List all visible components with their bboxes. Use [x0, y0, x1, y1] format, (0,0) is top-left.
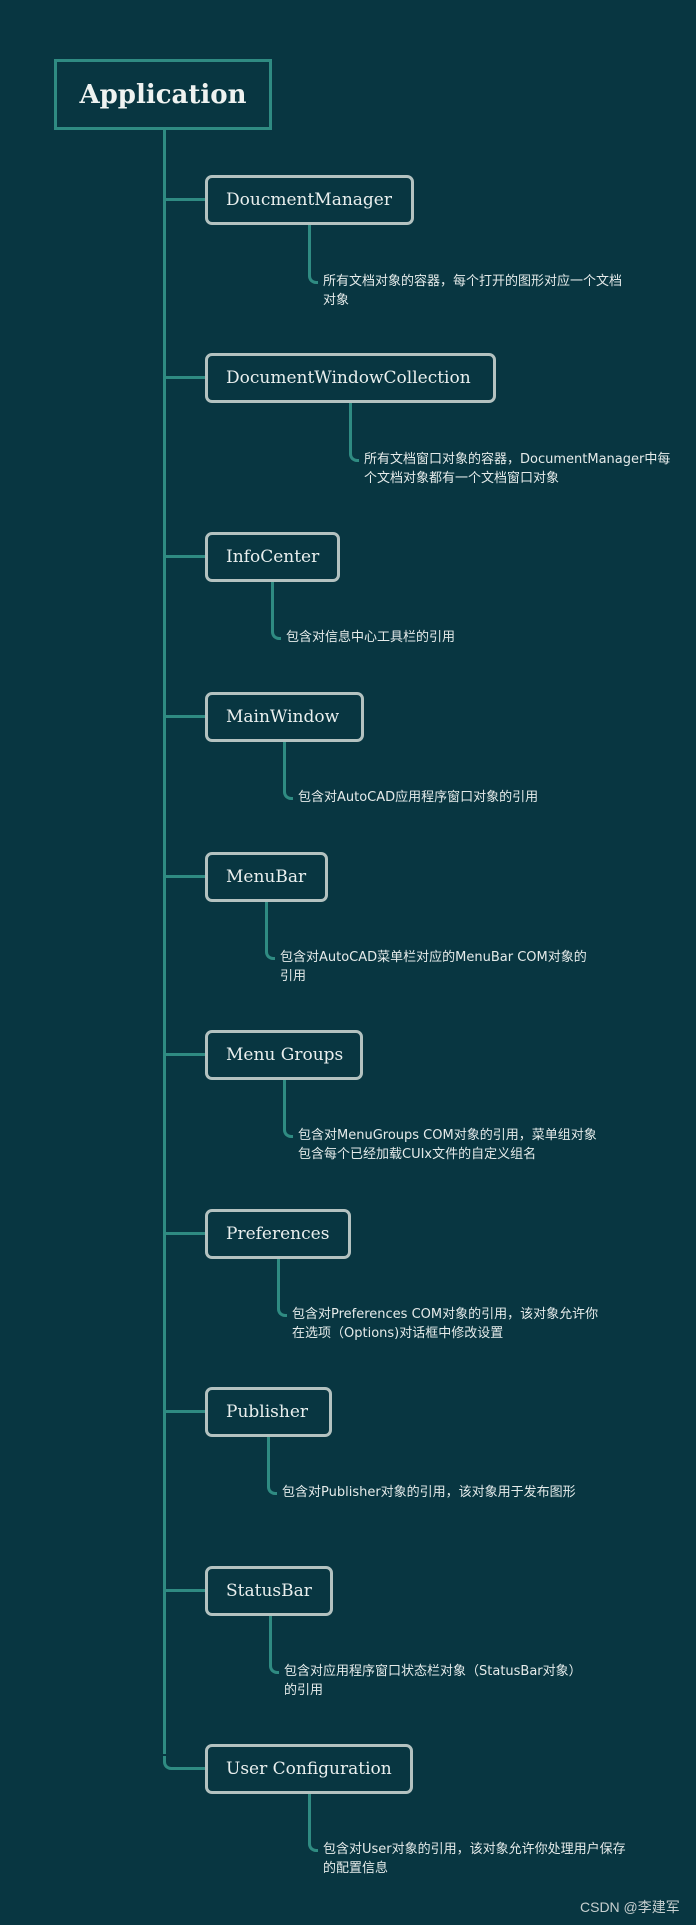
description-connector — [283, 742, 293, 800]
root-node-application[interactable]: Application — [54, 59, 272, 130]
tree-node[interactable]: DoucmentManager — [205, 175, 414, 225]
tree-node-label: InfoCenter — [226, 547, 320, 567]
node-description: 包含对AutoCAD菜单栏对应的MenuBar COM对象的引用 — [280, 950, 587, 984]
node-description: 包含对Publisher对象的引用，该对象用于发布图形 — [282, 1485, 576, 1500]
node-description: 包含对MenuGroups COM对象的引用，菜单组对象包含每个已经加载CUIx… — [298, 1128, 597, 1162]
description-connector — [265, 902, 275, 960]
description-connector — [271, 582, 281, 640]
node-description: 包含对AutoCAD应用程序窗口对象的引用 — [298, 790, 539, 805]
tree-node-label: Preferences — [226, 1224, 330, 1244]
tree-node[interactable]: StatusBar — [205, 1566, 333, 1616]
root-node-label: Application — [79, 79, 247, 110]
tree-node[interactable]: Publisher — [205, 1387, 332, 1437]
tree-trunk-connector — [163, 130, 166, 1754]
branch-connector — [163, 1053, 207, 1056]
branch-connector — [163, 555, 207, 558]
description-connector — [308, 1794, 318, 1852]
tree-node[interactable]: MainWindow — [205, 692, 364, 742]
tree-node[interactable]: DocumentWindowCollection — [205, 353, 496, 403]
tree-node-label: User Configuration — [226, 1759, 392, 1779]
tree-node[interactable]: MenuBar — [205, 852, 328, 902]
tree-node-label: Publisher — [226, 1402, 309, 1422]
tree-node[interactable]: InfoCenter — [205, 532, 340, 582]
tree-node-label: MainWindow — [226, 707, 340, 727]
tree-node-label: MenuBar — [226, 867, 307, 887]
description-connector — [267, 1437, 277, 1495]
tree-node-label: StatusBar — [226, 1581, 312, 1601]
tree-node-label: DoucmentManager — [226, 190, 392, 210]
branch-connector — [163, 198, 207, 201]
node-description: 包含对应用程序窗口状态栏对象（StatusBar对象）的引用 — [284, 1664, 582, 1698]
tree-node[interactable]: Menu Groups — [205, 1030, 363, 1080]
branch-connector — [163, 1589, 207, 1592]
branch-connector — [163, 376, 207, 379]
branch-connector — [163, 1410, 207, 1413]
branch-connector — [163, 875, 207, 878]
node-description: 所有文档窗口对象的容器，DocumentManager中每个文档对象都有一个文档… — [364, 452, 671, 486]
tree-node[interactable]: Preferences — [205, 1209, 351, 1259]
tree-node[interactable]: User Configuration — [205, 1744, 413, 1794]
description-connector — [308, 225, 318, 284]
watermark: CSDN @李建军 — [580, 1899, 680, 1915]
branch-connector — [163, 1232, 207, 1235]
description-connector — [277, 1259, 287, 1317]
tree-node-label: Menu Groups — [226, 1045, 344, 1065]
node-description: 包含对信息中心工具栏的引用 — [286, 630, 456, 645]
node-description: 所有文档对象的容器，每个打开的图形对应一个文档对象 — [323, 274, 623, 308]
node-description: 包含对Preferences COM对象的引用，该对象允许你在选项（Option… — [292, 1307, 599, 1341]
tree-node-label: DocumentWindowCollection — [226, 368, 471, 388]
description-connector — [349, 403, 359, 462]
branch-connector — [163, 715, 207, 718]
tree-trunk-end-connector — [163, 1756, 205, 1770]
description-connector — [269, 1616, 279, 1674]
description-connector — [283, 1080, 293, 1138]
node-description: 包含对User对象的引用，该对象允许你处理用户保存的配置信息 — [323, 1842, 626, 1876]
